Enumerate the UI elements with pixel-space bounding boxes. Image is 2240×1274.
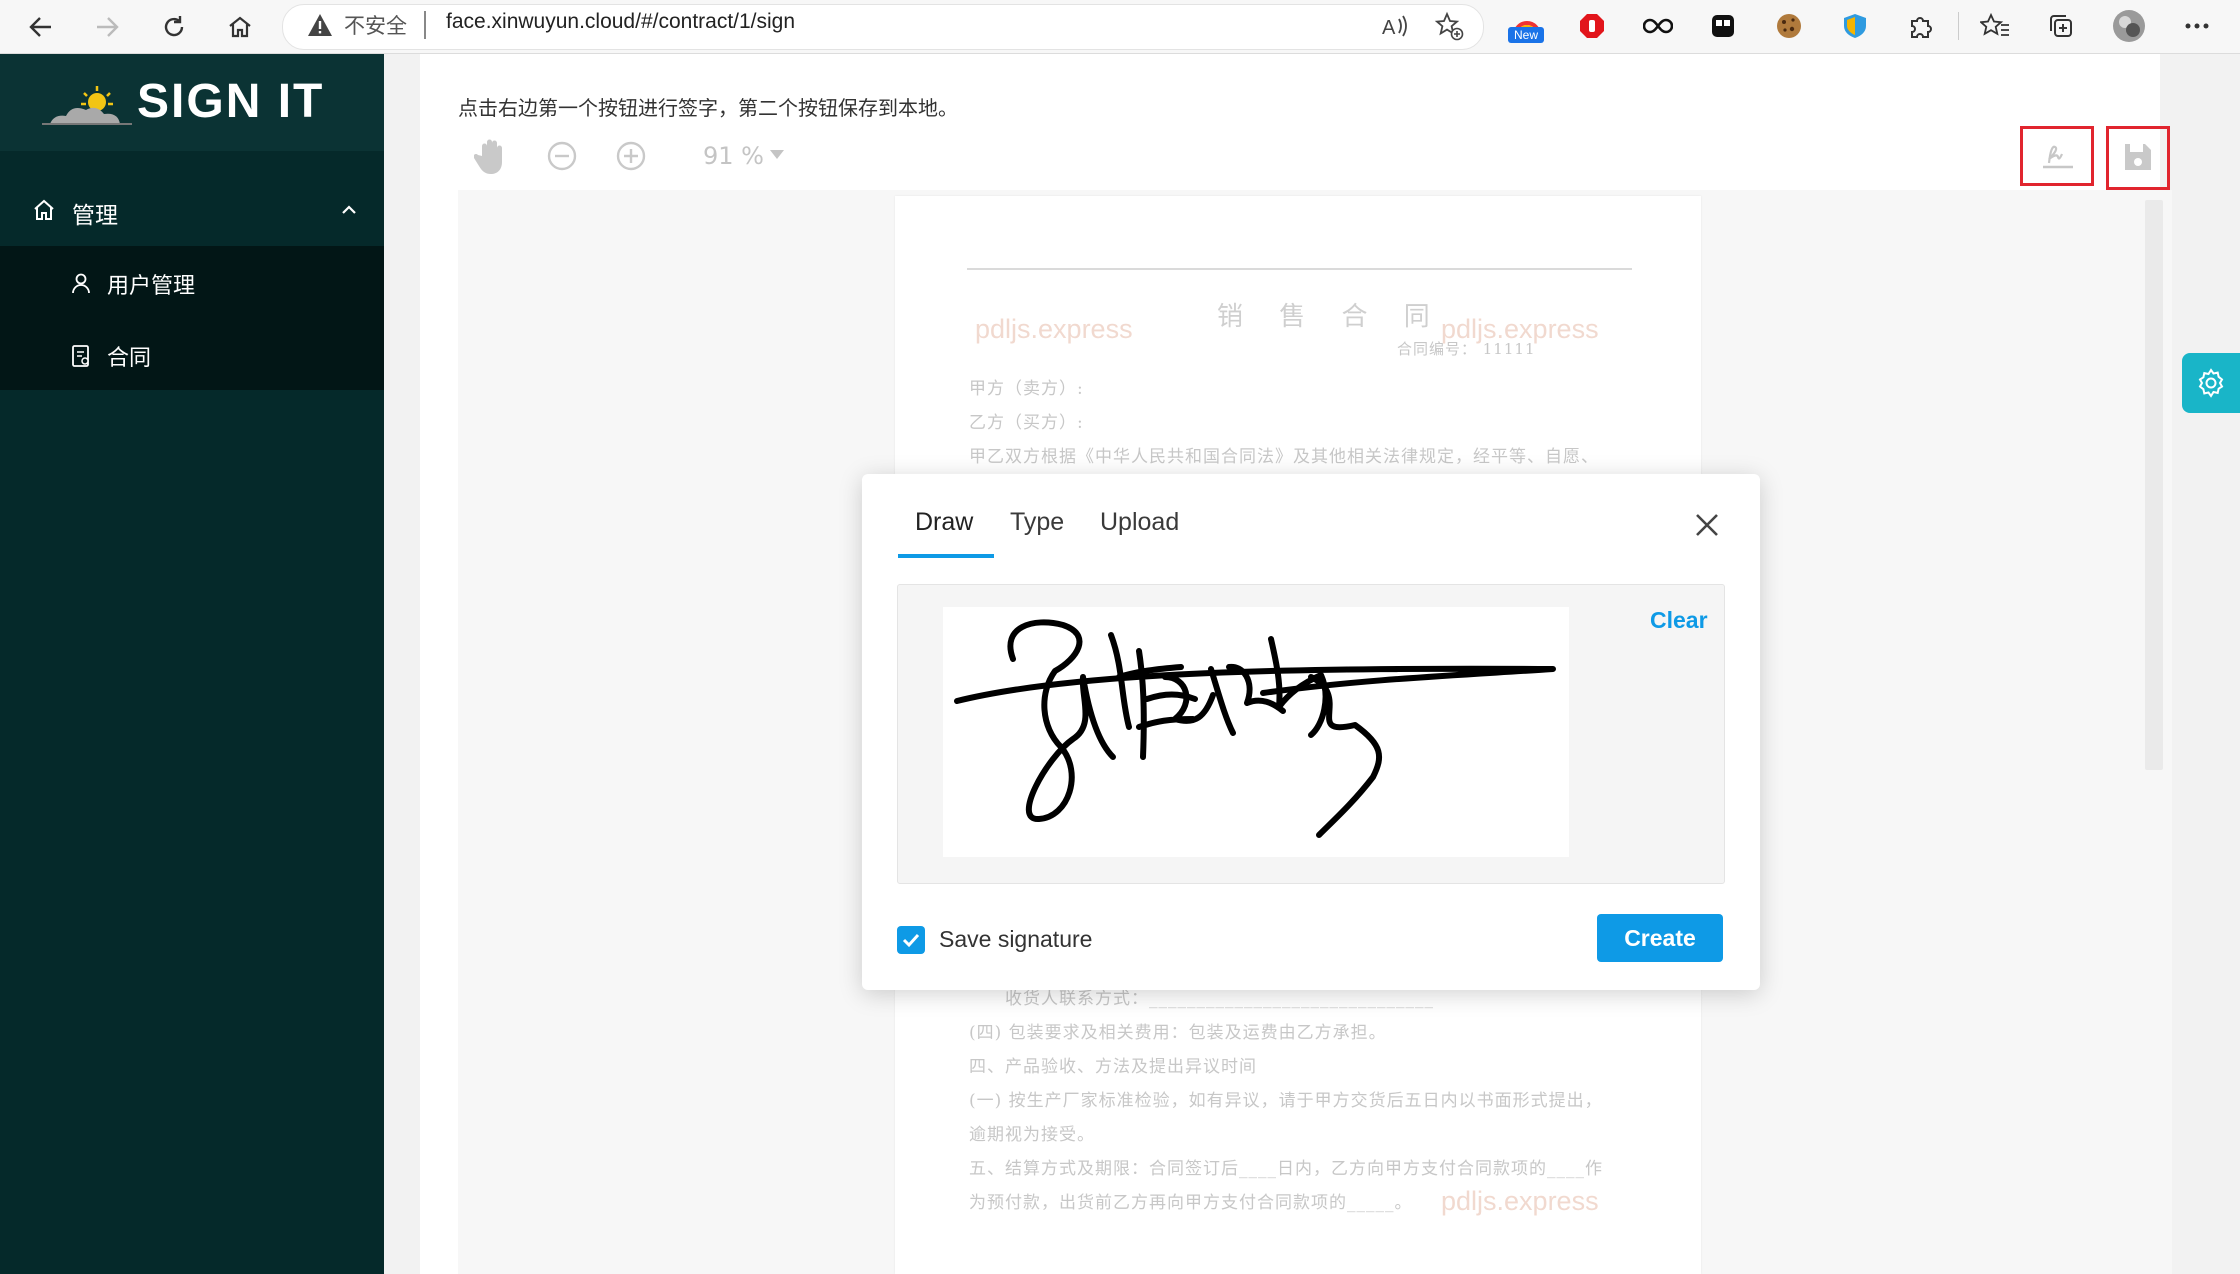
read-aloud-icon[interactable]: A — [1378, 9, 1412, 43]
adblock-icon[interactable] — [1575, 9, 1609, 43]
home-icon[interactable] — [221, 8, 259, 46]
extensions-puzzle-icon[interactable] — [1904, 9, 1938, 43]
instruction-text: 点击右边第一个按钮进行签字，第二个按钮保存到本地。 — [458, 96, 958, 120]
signature-modal: Draw Type Upload Clear Save signature Cr… — [862, 474, 1760, 990]
clear-button[interactable]: Clear — [1650, 607, 1708, 634]
collections-icon[interactable] — [2044, 9, 2078, 43]
doc-line: 甲乙双方根据《中华人民共和国合同法》及其他相关法律规定，经平等、自愿、 — [969, 447, 1599, 467]
back-icon[interactable] — [22, 8, 60, 46]
home-outline-icon — [32, 198, 56, 226]
doc-line: 甲方（卖方）: — [969, 379, 1084, 399]
warning-icon[interactable] — [306, 12, 334, 42]
doc-line: (一) 按生产厂家标准检验，如有异议，请于甲方交货后五日内以书面形式提出， — [969, 1091, 1603, 1111]
active-tab-indicator — [898, 554, 994, 558]
security-label[interactable]: 不安全 — [344, 10, 407, 40]
doc-line: (四) 包装要求及相关费用：包装及运费由乙方承担。 — [969, 1023, 1387, 1043]
chevron-up-icon[interactable] — [340, 202, 358, 221]
tab-type[interactable]: Type — [1010, 508, 1064, 537]
toolbar-divider — [1958, 12, 1959, 40]
zoom-dropdown-icon[interactable] — [768, 146, 786, 165]
logo-text: SIGN IT — [137, 75, 325, 128]
profile-avatar-icon[interactable] — [2112, 9, 2146, 43]
menu-management[interactable] — [0, 178, 384, 246]
doc-line: 乙方（买方）: — [969, 413, 1084, 433]
doc-line: 逾期视为接受。 — [969, 1125, 1095, 1145]
more-menu-icon[interactable] — [2180, 9, 2214, 43]
save-disk-icon — [2123, 141, 2153, 177]
contract-title: 销 售 合 同 — [1217, 302, 1444, 332]
watermark: pdljs.express — [1441, 1186, 1599, 1216]
viewer-scrollbar[interactable] — [2145, 200, 2163, 770]
sidebar-item-users[interactable]: 用户管理 — [0, 248, 384, 318]
drawn-signature — [954, 619, 1556, 838]
pan-hand-icon[interactable] — [473, 136, 510, 180]
extension-dark-icon[interactable] — [1706, 9, 1740, 43]
save-signature-checkbox[interactable] — [897, 926, 925, 954]
watermark: pdljs.express — [975, 314, 1133, 344]
doc-line: 五、结算方式及期限：合同签订后____日内，乙方向甲方支付合同款项的____作 — [969, 1159, 1603, 1179]
zoom-level[interactable]: 91 % — [703, 142, 764, 170]
checkmark-icon — [902, 933, 920, 948]
tab-draw[interactable]: Draw — [915, 508, 973, 537]
sidebar-item-label: 用户管理 — [107, 274, 196, 299]
doc-line: 四、产品验收、方法及提出异议时间 — [969, 1057, 1257, 1077]
gear-icon — [2195, 367, 2227, 403]
header-rule — [967, 268, 1632, 270]
save-local-button[interactable] — [2106, 126, 2170, 190]
address-divider — [424, 11, 426, 39]
shield-extension-icon[interactable] — [1838, 9, 1872, 43]
infinity-icon[interactable] — [1641, 9, 1675, 43]
tab-upload[interactable]: Upload — [1100, 508, 1179, 537]
zoom-in-icon[interactable] — [615, 140, 647, 176]
signature-tool-button[interactable] — [2020, 126, 2094, 186]
menu-title: 管理 — [72, 203, 118, 229]
url-text[interactable]: face.xinwuyun.cloud/#/contract/1/sign — [446, 10, 795, 34]
create-button[interactable]: Create — [1597, 914, 1723, 962]
cookie-icon[interactable] — [1772, 9, 1806, 43]
svg-text:A: A — [1382, 17, 1396, 39]
signature-draw-area[interactable]: Clear — [897, 584, 1725, 884]
doc-line: 为预付款，出货前乙方再向甲方支付合同款项的_____。 — [969, 1193, 1413, 1213]
signature-pen-icon — [2041, 141, 2077, 175]
save-signature-label[interactable]: Save signature — [939, 926, 1092, 953]
favorites-icon[interactable] — [1978, 9, 2012, 43]
cloud-sun-logo-icon — [42, 84, 142, 132]
settings-tab[interactable] — [2182, 353, 2240, 413]
refresh-icon[interactable] — [155, 8, 193, 46]
user-icon — [70, 272, 92, 298]
favorite-add-icon[interactable] — [1432, 9, 1466, 43]
forward-icon[interactable] — [88, 8, 126, 46]
new-badge: New — [1508, 27, 1544, 43]
signature-canvas[interactable] — [943, 607, 1569, 857]
contract-number: 合同编号： 11111 — [1397, 340, 1536, 358]
contract-document-icon — [70, 344, 92, 372]
close-icon[interactable] — [1694, 512, 1720, 542]
sidebar-item-label: 合同 — [107, 346, 152, 371]
sidebar-item-contract[interactable]: 合同 — [0, 320, 384, 390]
zoom-out-icon[interactable] — [546, 140, 578, 176]
